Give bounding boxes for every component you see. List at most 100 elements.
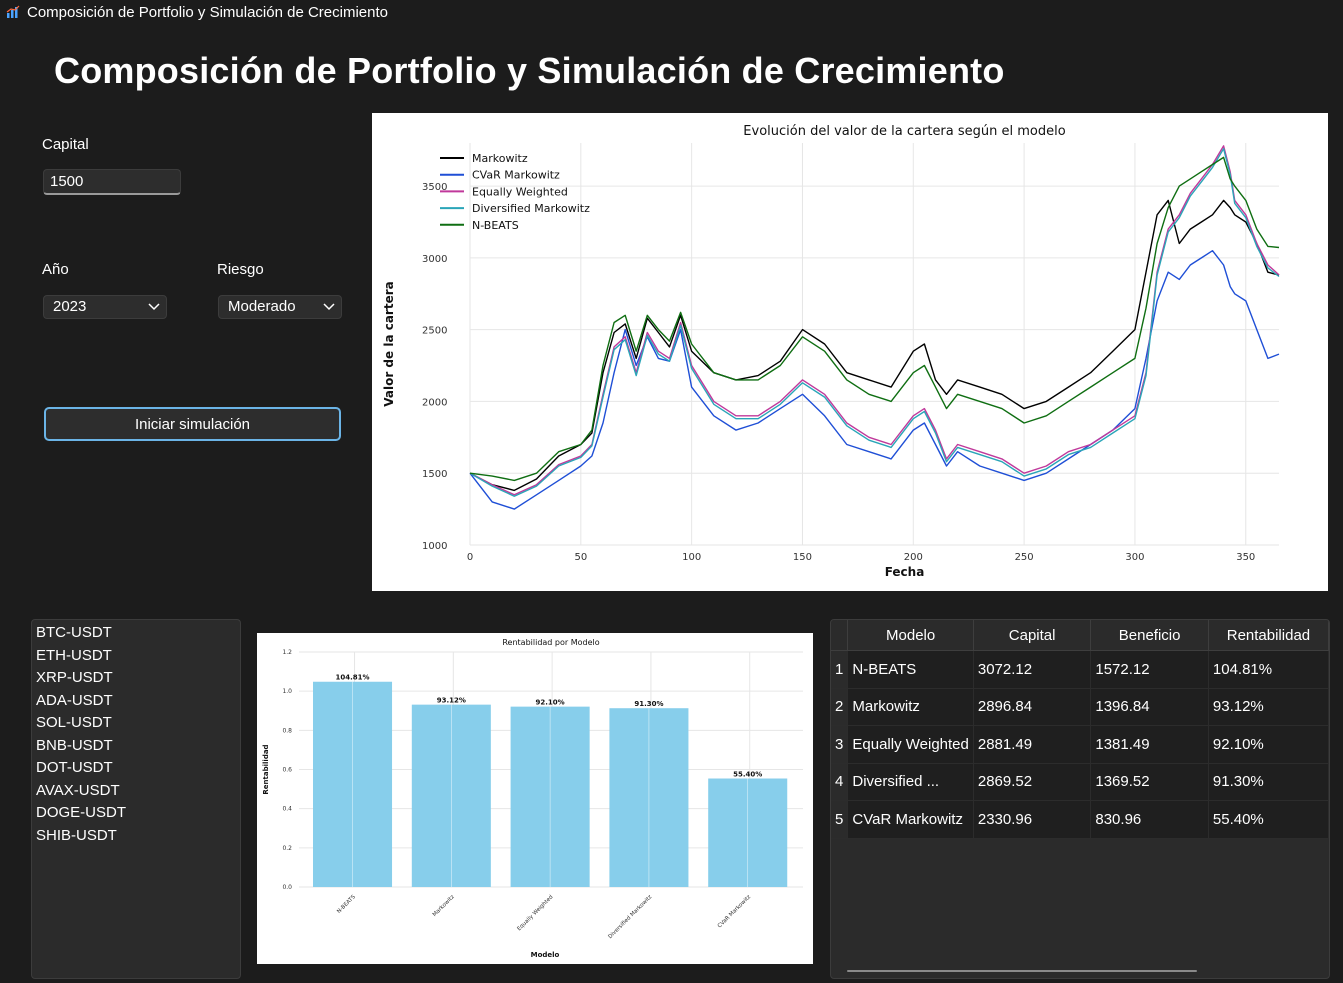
list-item[interactable]: SOL-USDT <box>36 712 240 735</box>
table-cell-model: Markowitz <box>847 688 974 726</box>
x-tick-label: N-BEATS <box>336 894 357 915</box>
y-tick-label: 0.8 <box>282 727 292 734</box>
table-cell-capital: 2881.49 <box>973 725 1092 764</box>
y-tick-label: 1000 <box>422 541 447 552</box>
x-axis-label: Fecha <box>885 565 925 579</box>
row-index: 5 <box>831 800 849 839</box>
x-tick-label: 300 <box>1125 552 1144 563</box>
list-item[interactable]: DOGE-USDT <box>36 802 240 825</box>
window-title: Composición de Portfolio y Simulación de… <box>27 4 388 21</box>
y-tick-label: 1500 <box>422 469 447 480</box>
x-tick-label: 200 <box>904 552 923 563</box>
table-row[interactable]: 1 N-BEATS 3072.12 1572.12 104.81% <box>831 650 1329 689</box>
year-select[interactable]: 2023 <box>43 295 167 319</box>
page-title: Composición de Portfolio y Simulación de… <box>54 50 1005 91</box>
x-tick-label: Markowitz <box>432 894 456 918</box>
list-item[interactable]: XRP-USDT <box>36 667 240 690</box>
legend-entry: Diversified Markowitz <box>472 202 590 215</box>
risk-select[interactable]: Moderado <box>218 295 342 319</box>
list-item[interactable]: BNB-USDT <box>36 735 240 758</box>
list-item[interactable]: SHIB-USDT <box>36 825 240 848</box>
results-table-panel[interactable]: Modelo Capital Beneficio Rentabilidad 1N… <box>830 619 1330 979</box>
x-tick-label: 0 <box>467 552 473 563</box>
list-item[interactable]: ADA-USDT <box>36 690 240 713</box>
risk-select-value: Moderado <box>228 298 296 315</box>
y-tick-label: 2000 <box>422 397 447 408</box>
x-tick-label: Equally Weighted <box>516 894 554 932</box>
table-cell-return: 93.12% <box>1208 688 1329 726</box>
y-tick-label: 1.2 <box>282 649 292 656</box>
y-axis-label: Rentabilidad <box>262 744 270 794</box>
y-tick-label: 0.4 <box>282 806 292 813</box>
legend-entry: Markowitz <box>472 152 528 165</box>
y-axis-label: Valor de la cartera <box>382 281 396 407</box>
column-header-capital[interactable]: Capital <box>973 620 1092 651</box>
table-cell-model: CVaR Markowitz <box>847 800 974 839</box>
horizontal-scrollbar[interactable] <box>847 970 1197 972</box>
column-header-return[interactable]: Rentabilidad <box>1208 620 1329 651</box>
table-cell-benefit: 1381.49 <box>1090 725 1209 764</box>
table-cell-capital: 3072.12 <box>973 650 1092 689</box>
list-item[interactable]: BTC-USDT <box>36 622 240 645</box>
line-chart-svg: 0 50 100 150 200 250 300 350 1000 1500 2000 2500 300… <box>382 124 1280 579</box>
x-tick-label: Diversified Markowitz <box>607 894 653 940</box>
table-row[interactable]: 5 CVaR Markowitz 2330.96 830.96 55.40% <box>831 800 1329 839</box>
data-label: 104.81% <box>336 674 370 682</box>
table-cell-model: Equally Weighted <box>847 725 974 764</box>
y-tick-label: 3000 <box>422 254 447 265</box>
table-cell-return: 55.40% <box>1208 800 1329 839</box>
series-line-n-beats <box>469 156 1280 482</box>
table-row[interactable]: 2 Markowitz 2896.84 1396.84 93.12% <box>831 688 1329 726</box>
table-cell-benefit: 1396.84 <box>1090 688 1209 726</box>
table-cell-benefit: 1572.12 <box>1090 650 1209 689</box>
table-cell-return: 92.10% <box>1208 725 1329 764</box>
capital-input[interactable] <box>43 169 181 195</box>
x-tick-label: CVaR Markowitz <box>717 894 752 929</box>
risk-label: Riesgo <box>217 261 264 278</box>
chart-title: Evolución del valor de la cartera según … <box>743 124 1065 139</box>
y-tick-label: 0.2 <box>282 845 292 852</box>
row-index: 2 <box>831 688 849 726</box>
x-tick-label: 250 <box>1015 552 1034 563</box>
title-bar: Composición de Portfolio y Simulación de… <box>0 0 1343 24</box>
x-tick-label: 150 <box>793 552 812 563</box>
table-row[interactable]: 4 Diversified ... 2869.52 1369.52 91.30% <box>831 763 1329 801</box>
legend-entry: Equally Weighted <box>472 185 568 198</box>
bar-chart-svg: 0.0 0.2 0.4 0.6 0.8 1.0 1.2 104.81% N-BEATS 93.12… <box>262 638 803 959</box>
y-tick-label: 0.0 <box>282 884 292 891</box>
table-row[interactable]: 3 Equally Weighted 2881.49 1381.49 92.10% <box>831 725 1329 764</box>
column-header-model[interactable]: Modelo <box>847 620 974 651</box>
year-select-value: 2023 <box>53 298 87 315</box>
list-item[interactable]: AVAX-USDT <box>36 780 240 803</box>
table-cell-capital: 2330.96 <box>973 800 1092 839</box>
chevron-down-icon <box>323 303 335 311</box>
data-label: 93.12% <box>437 697 466 705</box>
returns-bar-chart: 0.0 0.2 0.4 0.6 0.8 1.0 1.2 104.81% N-BEATS 93.12… <box>257 633 813 964</box>
y-tick-label: 1.0 <box>282 688 292 695</box>
table-cell-model: N-BEATS <box>847 650 974 689</box>
chart-title: Rentabilidad por Modelo <box>502 638 599 647</box>
portfolio-value-chart: 0 50 100 150 200 250 300 350 1000 1500 2000 2500 300… <box>372 113 1328 591</box>
row-index: 1 <box>831 650 849 689</box>
x-tick-label: 350 <box>1236 552 1255 563</box>
x-tick-label: 50 <box>574 552 587 563</box>
capital-label: Capital <box>42 136 89 153</box>
table-cell-model: Diversified ... <box>847 763 974 801</box>
table-cell-capital: 2869.52 <box>973 763 1092 801</box>
year-label: Año <box>42 261 69 278</box>
results-table: Modelo Capital Beneficio Rentabilidad 1N… <box>831 620 1329 839</box>
ticker-list[interactable]: BTC-USDT ETH-USDT XRP-USDT ADA-USDT SOL-USDT… <box>31 619 241 979</box>
legend-entry: CVaR Markowitz <box>472 169 560 182</box>
column-header-benefit[interactable]: Beneficio <box>1090 620 1209 651</box>
table-cell-capital: 2896.84 <box>973 688 1092 726</box>
y-tick-label: 0.6 <box>282 767 292 774</box>
list-item[interactable]: DOT-USDT <box>36 757 240 780</box>
x-axis-label: Modelo <box>531 951 560 959</box>
chevron-down-icon <box>148 303 160 311</box>
table-cell-benefit: 830.96 <box>1090 800 1209 839</box>
table-header-row: Modelo Capital Beneficio Rentabilidad <box>831 620 1329 651</box>
list-item[interactable]: ETH-USDT <box>36 645 240 668</box>
corner-header <box>831 620 849 651</box>
start-simulation-button[interactable]: Iniciar simulación <box>44 407 341 441</box>
data-label: 91.30% <box>634 700 663 708</box>
